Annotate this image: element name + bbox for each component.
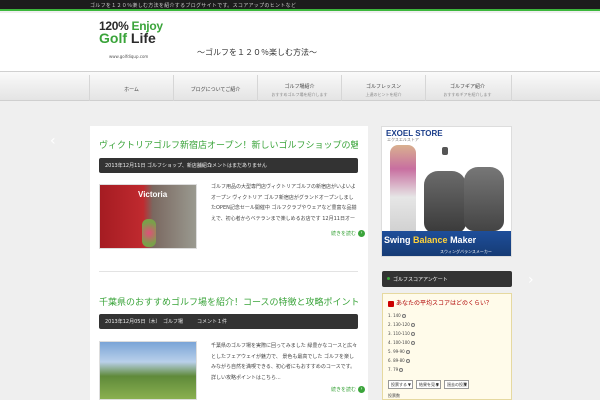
poll-results-select[interactable]: 結果を見る (416, 380, 441, 389)
post-category[interactable]: ゴルフ場 (163, 318, 183, 325)
read-more-2[interactable]: 続きを読む › (331, 386, 366, 393)
poll-title: あなたの平均スコアはどのくらい？ (388, 298, 492, 307)
post-title-2[interactable]: 千葉県のおすすめゴルフ場を紹介！コースの特徴と攻略ポイントをまとめました (99, 295, 358, 308)
post-excerpt-2: 千葉県のゴルフ場を実際に回ってみました 緑豊かなコースと広々としたフェアウェイが… (211, 343, 358, 381)
logo-url: www.golfdiqup.com (109, 54, 149, 59)
golfer-figure (390, 145, 416, 240)
poll-option[interactable]: 5. 99-90 (388, 349, 411, 354)
banner-store-sub: エクスエルストア (387, 137, 419, 142)
poll-vote-select[interactable]: 投票する (388, 380, 413, 389)
nav-item-gear[interactable]: ゴルフギア紹介 おすすめギアを紹介します (425, 75, 509, 101)
top-bar: ゴルフを１２０％楽しむ方法を紹介するブログサイトです。スコアアップのヒントなど (0, 0, 600, 11)
post-comments[interactable]: コメントはまだありません (207, 162, 267, 169)
post-category[interactable]: ゴルフショップ、新店舗紹介 (147, 162, 212, 169)
top-bar-text: ゴルフを１２０％楽しむ方法を紹介するブログサイトです。スコアアップのヒントなど (90, 3, 297, 9)
poll-widget: あなたの平均スコアはどのくらい？ 1. 140 2. 130-120 3. 11… (382, 293, 512, 400)
radio-button[interactable] (410, 332, 415, 336)
main-nav: ホーム ブログについてご紹介 ゴルフ場紹介 おすすめゴルフ場を紹介します ゴルフレ… (0, 71, 600, 101)
arrow-right-icon: › (358, 230, 366, 237)
read-more-1[interactable]: 続きを読む › (331, 230, 366, 237)
banner-slogan: Swing Balance Maker (384, 235, 477, 245)
radio-button[interactable] (399, 368, 404, 372)
post-meta-2: 2013年12月05日（木） ゴルフ場 コメント１件 (99, 314, 358, 329)
thumbnail-sign-text: Victoria (138, 190, 168, 199)
grip-product-right (464, 167, 504, 231)
logo-line2: Golf Life (99, 30, 156, 46)
poll-option[interactable]: 2. 130-120 (388, 322, 416, 327)
post-thumbnail-1[interactable]: Victoria (99, 184, 197, 249)
post-comments[interactable]: コメント１件 (197, 318, 227, 325)
site-logo[interactable]: 120% Enjoy Golf Life www.golfdiqup.com (99, 19, 181, 61)
poll-option[interactable]: 6. 89-80 (388, 358, 411, 363)
poll-option[interactable]: 1. 140 (388, 313, 407, 318)
radio-button[interactable] (410, 341, 415, 345)
driver-head-icon (442, 147, 448, 155)
radio-button[interactable] (405, 359, 410, 363)
next-arrow-icon[interactable]: › (528, 272, 534, 288)
post-date: 2013年12月11日 (105, 163, 146, 169)
nav-item-about[interactable]: ブログについてご紹介 (173, 75, 257, 101)
poll-icon (388, 300, 394, 307)
poll-footer: 投票数 (388, 393, 400, 398)
flower-stand-icon (142, 219, 156, 247)
post-excerpt-1: ゴルフ用品の大型専門店ヴィクトリアゴルフの新宿店がいよいよオープン ヴィクトリア… (211, 184, 357, 222)
sidebar-banner-ad[interactable]: EXOEL STORE エクスエルストア Swing Balance Maker… (381, 126, 512, 257)
widget-heading: ゴルフスコアアンケート (382, 271, 512, 287)
prev-arrow-icon[interactable]: ‹ (50, 133, 56, 149)
arrow-right-icon: › (358, 386, 366, 393)
banner-slogan-bar: Swing Balance Maker スウィングバランスメーカー (382, 231, 511, 256)
radio-button[interactable] (401, 314, 406, 318)
post-date: 2013年12月05日（木） (105, 319, 161, 325)
poll-archive-select[interactable]: 過去の投票 (444, 380, 469, 389)
nav-item-home[interactable]: ホーム (89, 75, 173, 101)
banner-slogan-sub: スウィングバランスメーカー (440, 249, 492, 254)
radio-button[interactable] (410, 323, 415, 327)
post-meta-1: 2013年12月11日 ゴルフショップ、新店舗紹介 コメントはまだありません (99, 158, 358, 173)
post-title-1[interactable]: ヴィクトリアゴルフ新宿店オープン！新しいゴルフショップの魅力を紹介します (99, 138, 358, 151)
header (0, 13, 600, 71)
poll-option[interactable]: 3. 110-110 (388, 331, 416, 336)
site-tagline: 〜ゴルフを１２０％楽しむ方法〜 (197, 48, 317, 57)
nav-item-lessons[interactable]: ゴルフレッスン 上達のヒントを紹介 (341, 75, 425, 101)
post-divider (99, 271, 358, 272)
post-thumbnail-2[interactable] (99, 341, 197, 400)
radio-button[interactable] (405, 350, 410, 354)
nav-item-courses[interactable]: ゴルフ場紹介 おすすめゴルフ場を紹介します (257, 75, 341, 101)
poll-option[interactable]: 4. 100-100 (388, 340, 416, 345)
bullet-icon (387, 277, 390, 280)
grip-product-left (424, 171, 466, 233)
nav-divider (511, 75, 512, 101)
poll-option[interactable]: 7. 79 (388, 367, 404, 372)
